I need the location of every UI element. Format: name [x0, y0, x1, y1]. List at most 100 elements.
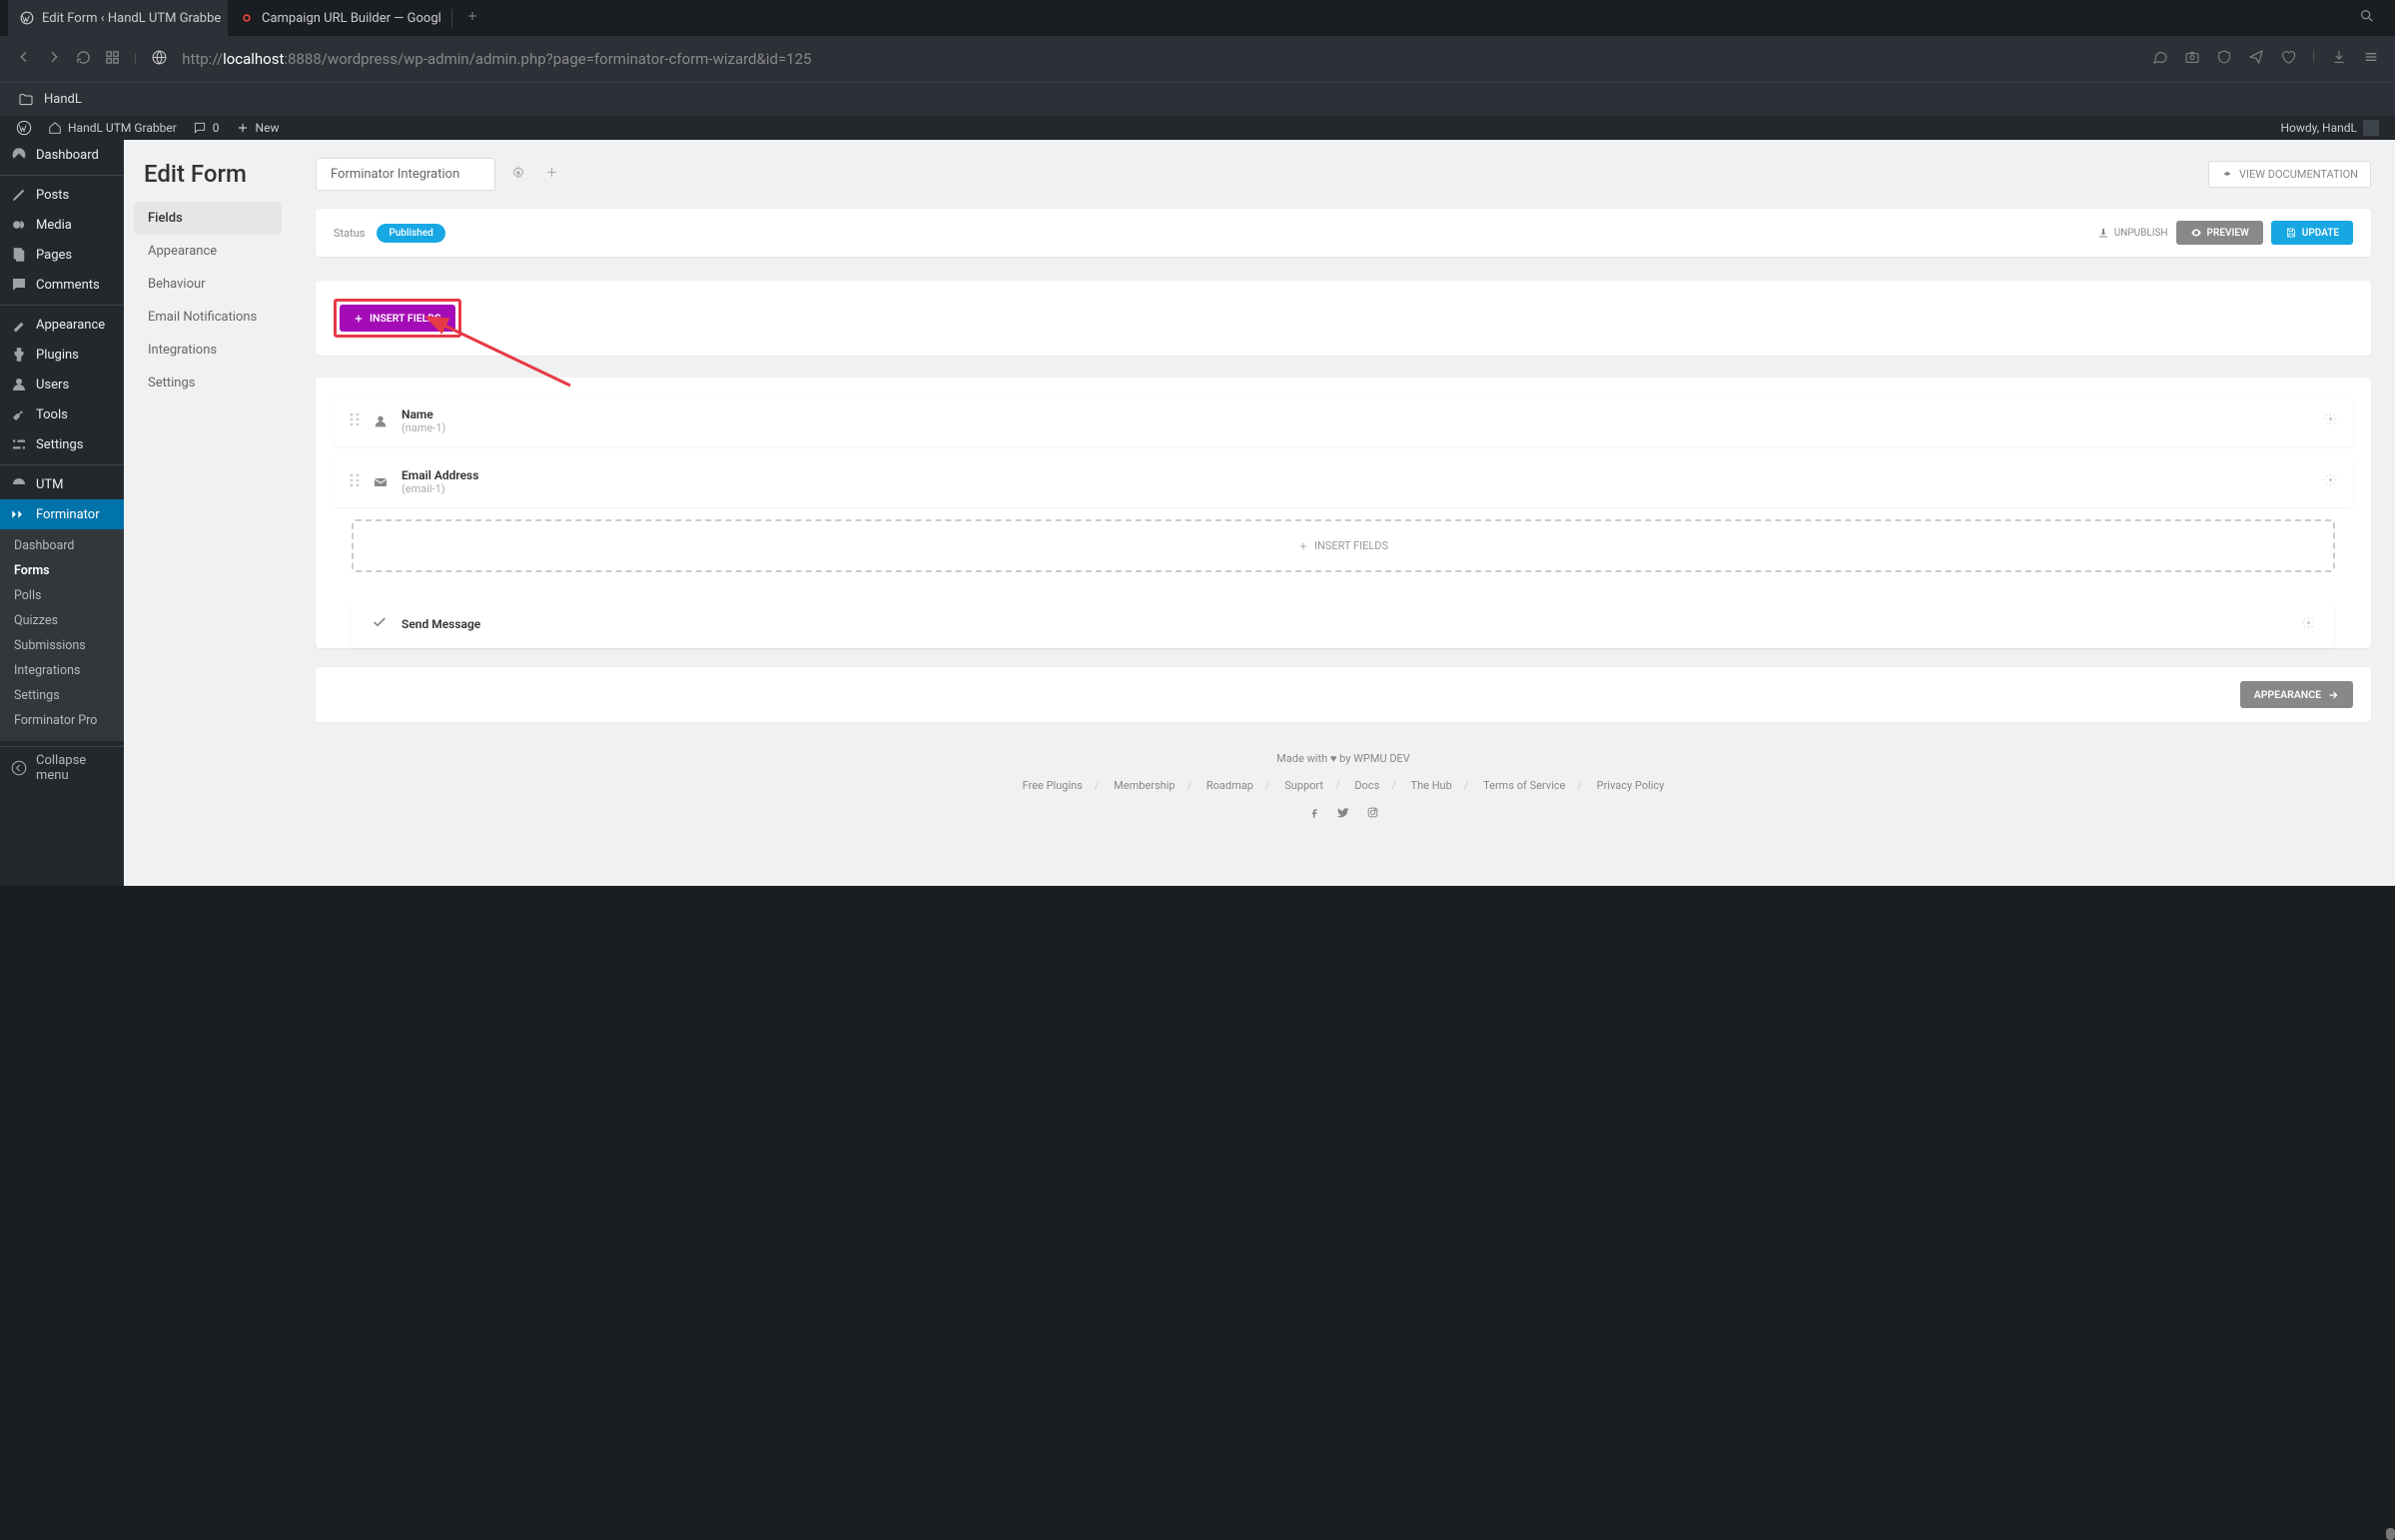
footer-support[interactable]: Support	[1278, 779, 1329, 792]
comments-count: 0	[213, 121, 220, 135]
footer-roadmap[interactable]: Roadmap	[1200, 779, 1259, 792]
add-form-icon[interactable]	[541, 162, 562, 187]
browser-tab-active[interactable]: Edit Form ‹ HandL UTM Grabbe	[8, 0, 228, 36]
bookmark-item[interactable]: HandL	[44, 92, 82, 107]
unpublish-button[interactable]: UNPUBLISH	[2097, 227, 2168, 239]
howdy-text: Howdy, HandL	[2280, 121, 2357, 135]
grid-icon[interactable]	[105, 50, 120, 69]
submenu-integrations[interactable]: Integrations	[0, 658, 124, 683]
insert-fields-button[interactable]: INSERT FIELDS	[340, 305, 455, 332]
comments-link[interactable]: 0	[185, 121, 228, 135]
menu-icon[interactable]	[2363, 49, 2379, 69]
sidenav-fields[interactable]: Fields	[134, 202, 282, 235]
url-prefix: http://	[182, 50, 223, 68]
field-settings-icon[interactable]	[2324, 473, 2337, 490]
appearance-next-button[interactable]: APPEARANCE	[2240, 681, 2353, 708]
form-main: VIEW DOCUMENTATION Status Published UNPU…	[292, 140, 2395, 886]
instagram-icon[interactable]	[1366, 806, 1379, 823]
drag-handle-icon[interactable]	[350, 412, 360, 430]
address-bar[interactable]: http://localhost:8888/wordpress/wp-admin…	[182, 50, 2138, 68]
field-row-name[interactable]: Name (name-1)	[334, 395, 2353, 446]
submenu-pro[interactable]: Forminator Pro	[0, 708, 124, 733]
view-documentation-button[interactable]: VIEW DOCUMENTATION	[2208, 161, 2371, 188]
field-settings-icon[interactable]	[2324, 412, 2337, 429]
sidenav-integrations[interactable]: Integrations	[134, 334, 282, 367]
submenu-quizzes[interactable]: Quizzes	[0, 608, 124, 633]
howdy-user[interactable]: Howdy, HandL	[2272, 120, 2387, 136]
menu-forminator[interactable]: Forminator	[0, 499, 124, 529]
submenu-dashboard[interactable]: Dashboard	[0, 533, 124, 558]
tab-separator	[451, 9, 452, 27]
menu-settings[interactable]: Settings	[0, 429, 124, 459]
social-icons	[316, 806, 2371, 833]
footer-privacy[interactable]: Privacy Policy	[1591, 779, 1671, 792]
status-bar: Status Published UNPUBLISH PREVIEW UPDAT…	[316, 209, 2371, 257]
person-icon	[372, 413, 390, 429]
new-label: New	[256, 121, 280, 135]
preview-button[interactable]: PREVIEW	[2176, 221, 2263, 245]
menu-pages[interactable]: Pages	[0, 240, 124, 270]
tab-title: Edit Form ‹ HandL UTM Grabbe	[42, 11, 221, 26]
submit-settings-icon[interactable]	[2302, 616, 2315, 633]
sidenav-settings[interactable]: Settings	[134, 367, 282, 399]
update-button[interactable]: UPDATE	[2271, 221, 2353, 245]
footer-membership[interactable]: Membership	[1108, 779, 1181, 792]
submenu-submissions[interactable]: Submissions	[0, 633, 124, 658]
avatar	[2363, 120, 2379, 136]
submenu-settings[interactable]: Settings	[0, 683, 124, 708]
status-pill: Published	[377, 224, 444, 243]
collapse-menu[interactable]: Collapse menu	[0, 746, 124, 789]
menu-appearance[interactable]: Appearance	[0, 305, 124, 340]
field-row-email[interactable]: Email Address (email-1)	[334, 456, 2353, 507]
footer-hub[interactable]: The Hub	[1405, 779, 1458, 792]
download-icon[interactable]	[2331, 49, 2347, 69]
send-icon[interactable]	[2248, 49, 2264, 69]
menu-tools[interactable]: Tools	[0, 399, 124, 429]
sidenav-behaviour[interactable]: Behaviour	[134, 268, 282, 301]
scroll-indicator[interactable]	[2386, 1528, 2395, 1540]
menu-plugins[interactable]: Plugins	[0, 340, 124, 370]
globe-icon[interactable]	[151, 49, 168, 70]
menu-comments[interactable]: Comments	[0, 270, 124, 300]
google-favicon	[240, 10, 254, 26]
insert-fields-zone[interactable]: INSERT FIELDS	[352, 519, 2335, 572]
reload-button[interactable]	[76, 50, 91, 69]
page-title: Edit Form	[134, 160, 282, 202]
footer-tos[interactable]: Terms of Service	[1477, 779, 1571, 792]
heart-icon: ♥	[1330, 752, 1337, 765]
field-list: Name (name-1) Email Address (email-1)	[316, 378, 2371, 648]
forward-button[interactable]	[46, 49, 62, 69]
submenu-forms[interactable]: Forms	[0, 558, 124, 583]
form-settings-icon[interactable]	[507, 162, 529, 188]
menu-dashboard[interactable]: Dashboard	[0, 140, 124, 170]
twitter-icon[interactable]	[1337, 806, 1350, 823]
shield-icon[interactable]	[2216, 49, 2232, 69]
sidenav-appearance[interactable]: Appearance	[134, 235, 282, 268]
new-tab-button[interactable]	[456, 10, 488, 26]
drag-handle-icon[interactable]	[350, 473, 360, 491]
facebook-icon[interactable]	[1308, 806, 1321, 823]
footer-free-plugins[interactable]: Free Plugins	[1017, 779, 1089, 792]
message-icon[interactable]	[2152, 49, 2168, 69]
heart-icon[interactable]	[2280, 49, 2296, 69]
fields-card: INSERT FIELDS	[316, 281, 2371, 356]
new-link[interactable]: New	[228, 121, 288, 135]
menu-utm[interactable]: UTM	[0, 464, 124, 499]
site-name: HandL UTM Grabber	[68, 121, 177, 135]
browser-toolbar: | http://localhost:8888/wordpress/wp-adm…	[0, 36, 2395, 82]
form-name-input[interactable]	[316, 158, 495, 191]
submit-row[interactable]: Send Message	[352, 600, 2335, 648]
menu-posts[interactable]: Posts	[0, 175, 124, 210]
camera-icon[interactable]	[2184, 49, 2200, 69]
back-button[interactable]	[16, 49, 32, 69]
menu-users[interactable]: Users	[0, 370, 124, 399]
wp-logo[interactable]	[8, 120, 40, 136]
browser-search-icon[interactable]	[2347, 8, 2387, 28]
field-title: Name	[401, 407, 445, 421]
footer-docs[interactable]: Docs	[1348, 779, 1385, 792]
menu-media[interactable]: Media	[0, 210, 124, 240]
browser-tab[interactable]: Campaign URL Builder — Googl	[228, 0, 447, 36]
submenu-polls[interactable]: Polls	[0, 583, 124, 608]
site-link[interactable]: HandL UTM Grabber	[40, 121, 185, 135]
sidenav-email[interactable]: Email Notifications	[134, 301, 282, 334]
